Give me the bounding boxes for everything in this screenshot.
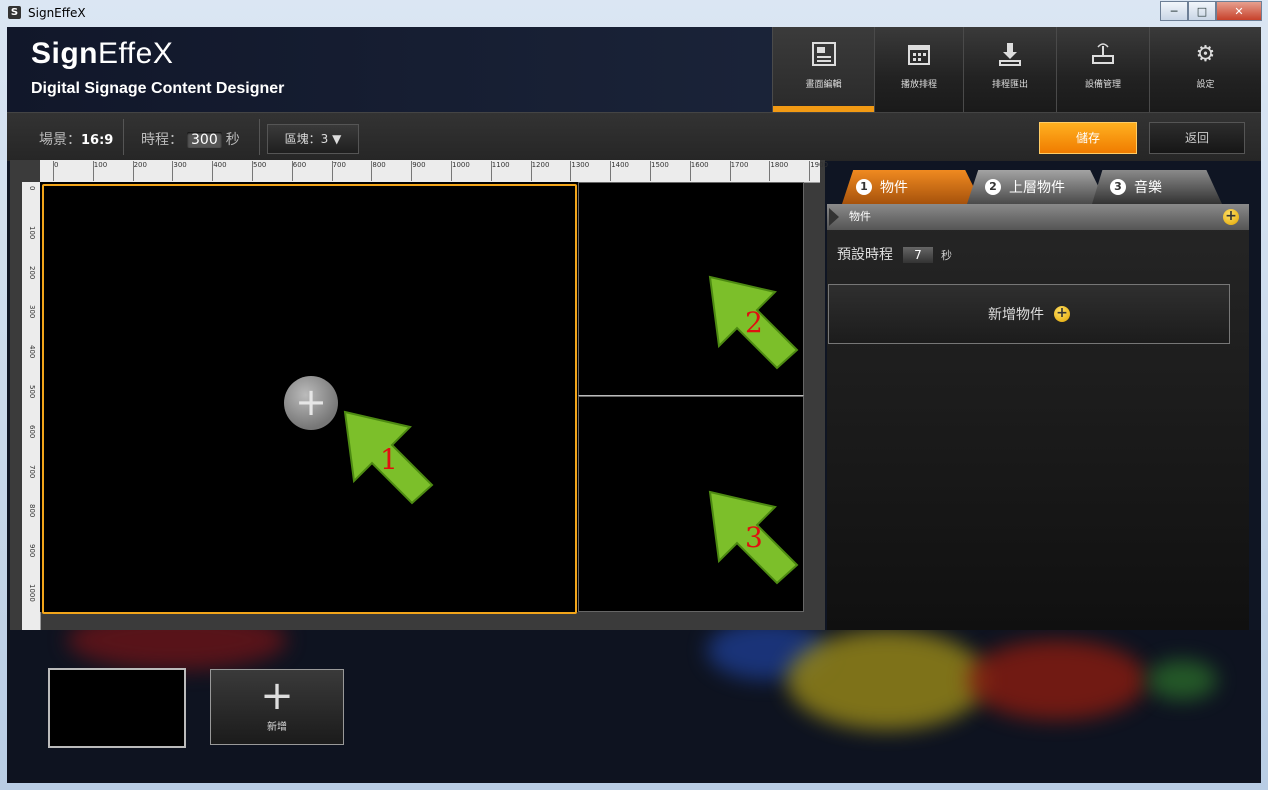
ruler-tick-label: 1600	[689, 161, 709, 181]
ruler-tick-label: 800	[371, 161, 386, 181]
ruler-tick-label: 300	[172, 161, 187, 181]
save-button[interactable]: 儲存	[1039, 122, 1137, 154]
ruler-tick-label: 600	[28, 424, 36, 439]
background-splash	[967, 640, 1147, 720]
gear-icon: ⚙	[1195, 42, 1216, 67]
ruler-tick-label: 1000	[28, 584, 36, 602]
ruler-tick-label: 600	[291, 161, 307, 181]
router-icon	[1090, 41, 1116, 69]
duration-info: 時程： 300 秒	[141, 132, 240, 148]
ruler-tick-label: 200	[28, 265, 36, 279]
tab-music[interactable]: 3 音樂	[1092, 170, 1222, 204]
ruler-tick-label: 500	[251, 161, 267, 181]
tab-objects[interactable]: 1 物件	[842, 170, 982, 204]
objects-section-header[interactable]: 物件 +	[827, 204, 1249, 230]
design-workspace: 0 100 200 300 400 500 600 700 800 900 1000 1100 1200…	[10, 160, 828, 630]
background-splash	[1147, 660, 1217, 700]
area-dropdown[interactable]: 區塊：3 ▼	[267, 124, 359, 154]
nav-export[interactable]: 排程匯出	[963, 27, 1056, 112]
scene-thumbnail[interactable]	[48, 668, 186, 748]
maximize-button[interactable]: □	[1188, 1, 1216, 21]
ruler-tick-label: 300	[28, 305, 36, 319]
add-object-button[interactable]: 新增物件 +	[828, 284, 1230, 344]
zone-2-number: 2	[745, 306, 763, 339]
ruler-tick-label: 1000	[451, 161, 470, 181]
zone-3-number: 3	[745, 521, 763, 554]
add-content-button[interactable]: +	[284, 376, 338, 430]
tab-overlay-objects[interactable]: 2 上層物件	[967, 170, 1107, 204]
toolbar: 場景：16:9 時程： 300 秒 區塊：3 ▼ 儲存 返回	[7, 112, 1261, 161]
background-splash	[787, 630, 987, 730]
ruler-tick-label: 0	[28, 186, 36, 191]
duration-input[interactable]: 300	[187, 132, 222, 148]
zone-1[interactable]: +	[42, 184, 577, 614]
ruler-tick-label: 1500	[650, 161, 669, 181]
ruler-tick-label: 100	[92, 161, 108, 181]
ruler-tick-label: 1700	[729, 161, 749, 181]
ruler-tick-label: 1200	[530, 161, 550, 181]
panel-body: 物件 + 預設時程 7 秒 新增物件 +	[827, 204, 1249, 632]
plus-icon: +	[1054, 306, 1070, 322]
app-client: SignEffeX Digital Signage Content Design…	[7, 27, 1261, 783]
minimize-button[interactable]: ─	[1160, 1, 1188, 21]
chevron-right-icon	[829, 208, 839, 226]
ruler-tick-label: 1300	[570, 161, 590, 181]
ruler-tick-label: 1800	[769, 161, 789, 181]
layout-canvas: + 1 2 3	[40, 182, 804, 614]
title-bar: S SignEffeX ─ □ ✕	[0, 0, 1268, 26]
ruler-tick-label: 500	[28, 385, 36, 399]
add-section-icon[interactable]: +	[1223, 209, 1239, 225]
zone-1-arrow: 1	[343, 410, 434, 505]
ruler-tick-label: 1100	[490, 161, 510, 181]
ruler-tick-label: 1900	[809, 161, 829, 181]
close-button[interactable]: ✕	[1216, 1, 1262, 21]
app-logo-icon: S	[8, 6, 21, 19]
panel-tabs: 1 物件 2 上層物件 3 音樂	[842, 170, 1252, 204]
main-nav: 畫面編輯 播放排程 排程匯出 設備管理 ⚙ 設定	[772, 27, 1261, 112]
vertical-ruler: 0 100 200 300 400 500 600 700 800 900 1000	[22, 182, 41, 630]
plus-icon: +	[260, 673, 294, 719]
ruler-tick-label: 400	[212, 161, 227, 181]
scene-strip: + 新增	[7, 630, 1261, 783]
ruler-tick-label: 400	[28, 345, 36, 359]
window-title: SignEffeX	[28, 6, 86, 20]
scene-info: 場景：16:9	[39, 132, 114, 148]
zone-3-arrow: 3	[708, 490, 799, 585]
nav-screen-edit[interactable]: 畫面編輯	[772, 27, 874, 112]
zone-1-number: 1	[380, 443, 398, 476]
background-splash	[67, 630, 287, 670]
back-button[interactable]: 返回	[1149, 122, 1245, 154]
nav-device[interactable]: 設備管理	[1056, 27, 1149, 112]
nav-settings[interactable]: ⚙ 設定	[1149, 27, 1261, 112]
ruler-tick-label: 900	[28, 544, 36, 558]
ruler-tick-label: 800	[28, 504, 36, 518]
app-subtitle: Digital Signage Content Designer	[31, 80, 285, 97]
screen-edit-icon	[811, 41, 837, 69]
nav-schedule[interactable]: 播放排程	[874, 27, 963, 112]
ruler-tick-label: 700	[331, 161, 346, 181]
zone-2-arrow: 2	[708, 275, 799, 370]
toolbar-divider	[259, 119, 260, 155]
ruler-tick-label: 100	[28, 225, 36, 240]
properties-panel: 1 物件 2 上層物件 3 音樂 物件 + 預設時程 7 秒 新增物件 +	[827, 170, 1249, 632]
new-scene-button[interactable]: + 新增	[210, 669, 344, 745]
app-window: S SignEffeX ─ □ ✕ SignEffeX Digital Sign…	[0, 0, 1268, 790]
default-duration: 預設時程 7 秒	[837, 247, 952, 263]
calendar-icon	[906, 41, 932, 69]
brand-logo: SignEffeX	[31, 37, 174, 70]
ruler-tick-label: 900	[411, 161, 426, 181]
ruler-tick-label: 0	[52, 161, 59, 181]
ruler-tick-label: 1400	[610, 161, 630, 181]
ruler-tick-label: 700	[28, 464, 36, 478]
ruler-tick-label: 200	[132, 161, 147, 181]
app-header: SignEffeX Digital Signage Content Design…	[7, 27, 1261, 112]
download-icon	[997, 41, 1023, 69]
horizontal-ruler: 0 100 200 300 400 500 600 700 800 900 1000 1100 1200…	[40, 160, 828, 183]
default-duration-input[interactable]: 7	[903, 247, 933, 263]
toolbar-divider	[123, 119, 124, 155]
